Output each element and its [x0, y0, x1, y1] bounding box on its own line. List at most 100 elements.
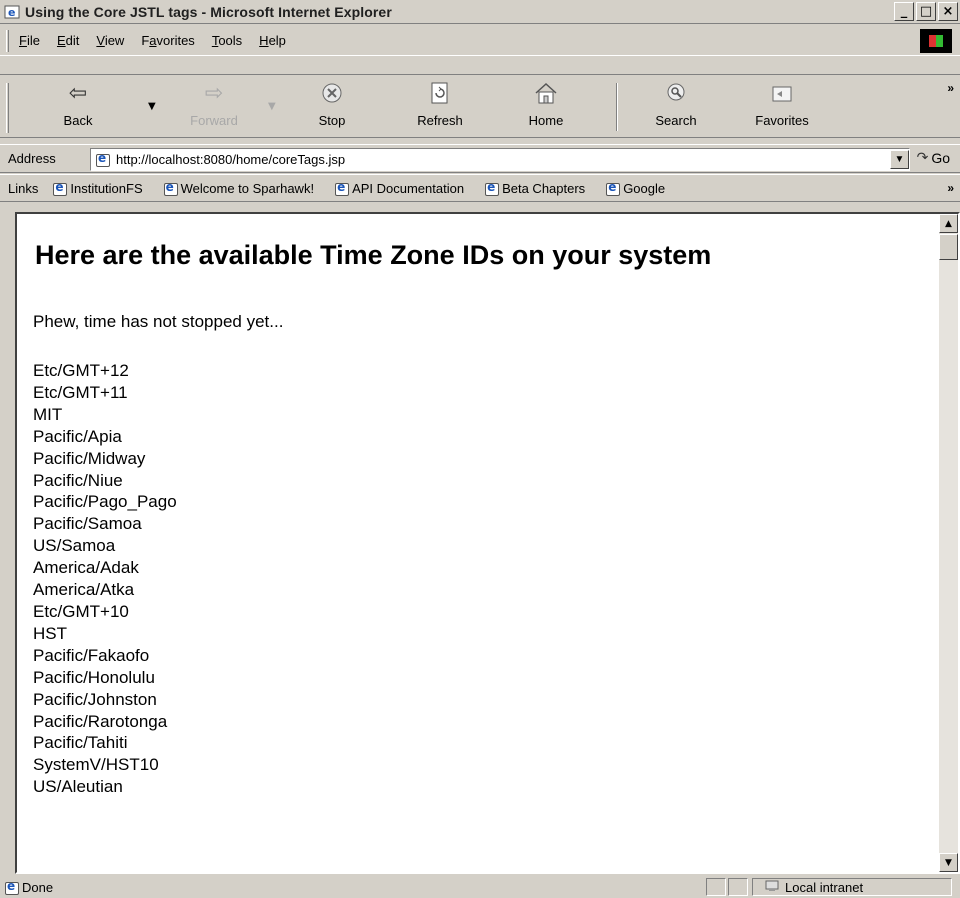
timezone-item: Pacific/Fakaofo: [33, 645, 150, 665]
scroll-down-arrow-icon[interactable]: ▼: [939, 853, 958, 872]
home-label: Home: [528, 113, 564, 128]
intranet-icon: [765, 880, 779, 895]
link-google[interactable]: Google: [605, 180, 665, 196]
content-frame: Here are the available Time Zone IDs on …: [15, 212, 960, 874]
menu-tools[interactable]: Tools: [212, 33, 242, 48]
timezone-item: Pacific/Honolulu: [33, 667, 155, 687]
search-button[interactable]: Search: [636, 79, 716, 135]
timezone-item: Etc/GMT+12: [33, 361, 129, 380]
back-dropdown-icon[interactable]: ▼: [148, 101, 156, 112]
address-input[interactable]: http://localhost:8080/home/coreTags.jsp …: [90, 148, 910, 171]
page-body: Here are the available Time Zone IDs on …: [17, 214, 939, 872]
status-page-icon: [4, 879, 19, 895]
timezone-item: America/Adak: [33, 558, 139, 578]
timezone-item: Pacific/Johnston: [33, 689, 157, 709]
search-label: Search: [655, 113, 697, 128]
link-page-icon: [484, 180, 500, 196]
address-url: http://localhost:8080/home/coreTags.jsp: [116, 152, 346, 167]
link-institutionfs[interactable]: InstitutionFS: [52, 180, 143, 196]
refresh-button[interactable]: Refresh: [400, 79, 480, 135]
link-page-icon: [52, 180, 68, 196]
timezone-list: Etc/GMT+12 Etc/GMT+11 MIT Pacific/Apia Pacif…: [33, 360, 177, 798]
timezone-item: SystemV/HST10: [33, 755, 159, 775]
stop-button[interactable]: Stop: [292, 79, 372, 135]
page-icon: [95, 151, 110, 167]
browser-window: e Using the Core JSTL tags - Microsoft I…: [0, 0, 960, 898]
menu-help[interactable]: Help: [259, 33, 286, 48]
timezone-item: Pacific/Midway: [33, 448, 146, 468]
toolbar-chevron-icon[interactable]: »: [947, 81, 954, 95]
menu-edit[interactable]: Edit: [57, 33, 79, 48]
go-arrow-icon: ↷: [916, 150, 929, 166]
toolbar-grip: [6, 83, 9, 133]
go-button[interactable]: ↷ Go: [917, 150, 950, 166]
title-bar: e Using the Core JSTL tags - Microsoft I…: [0, 0, 960, 24]
timezone-item: Pacific/Tahiti: [33, 733, 128, 753]
favorites-label: Favorites: [755, 113, 809, 128]
forward-dropdown-icon[interactable]: ▼: [268, 101, 276, 112]
toolbar-separator: [616, 83, 618, 131]
address-dropdown-icon[interactable]: ▼: [890, 150, 909, 169]
link-api-documentation[interactable]: API Documentation: [334, 180, 464, 196]
menu-favorites[interactable]: Favorites: [141, 33, 194, 48]
forward-button[interactable]: ⇨ Forward: [174, 79, 254, 135]
maximize-button[interactable]: □: [916, 2, 936, 21]
menu-bar: File Edit View Favorites Tools Help: [0, 26, 960, 56]
menu-file[interactable]: File: [19, 33, 40, 48]
back-button[interactable]: ⇦ Back: [38, 79, 118, 135]
vertical-scrollbar[interactable]: ▲ ▼: [939, 214, 958, 872]
window-title: Using the Core JSTL tags - Microsoft Int…: [25, 3, 392, 20]
zone-pane: Local intranet: [752, 878, 952, 896]
status-text: Done: [22, 879, 54, 895]
links-chevron-icon[interactable]: »: [947, 181, 954, 195]
timezone-item: US/Aleutian: [33, 777, 123, 797]
timezone-item: Pacific/Niue: [33, 470, 123, 490]
scroll-up-arrow-icon[interactable]: ▲: [939, 214, 958, 233]
minimize-button[interactable]: _: [894, 2, 914, 21]
home-icon: [506, 79, 586, 107]
timezone-item: Etc/GMT+11: [33, 382, 128, 402]
link-page-icon: [334, 180, 350, 196]
link-beta-chapters[interactable]: Beta Chapters: [484, 180, 585, 196]
favorites-folder-icon: [742, 79, 822, 107]
status-bar: Done Local intranet: [0, 876, 960, 898]
link-sparhawk[interactable]: Welcome to Sparhawk!: [163, 180, 314, 196]
refresh-label: Refresh: [417, 113, 463, 128]
home-button[interactable]: Home: [506, 79, 586, 135]
timezone-item: HST: [33, 623, 67, 643]
forward-label: Forward: [190, 113, 238, 128]
svg-text:e: e: [8, 6, 15, 19]
menu-grip: [6, 29, 9, 52]
timezone-item: MIT: [33, 404, 63, 424]
timezone-item: America/Atka: [33, 580, 135, 600]
links-label: Links: [8, 180, 39, 196]
ie-logo-icon: e: [4, 4, 20, 20]
status-pane-secure: [728, 878, 748, 896]
back-label: Back: [63, 113, 93, 128]
search-icon: [636, 79, 716, 107]
timezone-item: Pacific/Samoa: [33, 514, 142, 534]
forward-arrow-icon: ⇨: [204, 80, 224, 106]
timezone-item: Pacific/Rarotonga: [33, 711, 168, 731]
close-button[interactable]: ×: [938, 2, 958, 21]
links-bar: Links InstitutionFS Welcome to Sparhawk!…: [0, 174, 960, 202]
favorites-button[interactable]: Favorites: [742, 79, 822, 135]
status-pane-main: Done: [4, 878, 704, 896]
link-page-icon: [605, 180, 621, 196]
refresh-icon: [400, 79, 480, 107]
page-heading: Here are the available Time Zone IDs on …: [35, 240, 712, 270]
timezone-item: Pacific/Apia: [33, 426, 122, 446]
zone-label: Local intranet: [785, 879, 864, 895]
scroll-thumb[interactable]: [939, 234, 958, 260]
standard-toolbar: ⇦ Back ▼ ⇨ Forward ▼ Stop Refresh Home S…: [0, 74, 960, 138]
intro-text: Phew, time has not stopped yet...: [33, 312, 284, 331]
status-pane-progress: [706, 878, 726, 896]
timezone-item: US/Samoa: [33, 536, 116, 556]
menu-view[interactable]: View: [96, 33, 124, 48]
address-label: Address: [8, 151, 56, 166]
back-arrow-icon: ⇦: [68, 80, 88, 106]
address-bar: Address http://localhost:8080/home/coreT…: [0, 144, 960, 173]
stop-label: Stop: [318, 113, 346, 128]
stop-icon: [292, 79, 372, 107]
go-label: Go: [931, 150, 950, 166]
